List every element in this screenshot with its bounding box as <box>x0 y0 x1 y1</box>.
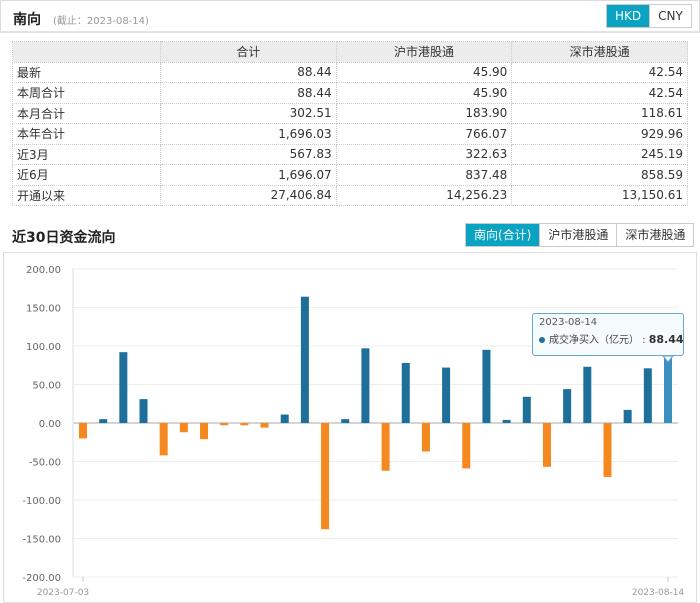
y-tick-label: 0.00 <box>39 419 61 430</box>
tab-south-total[interactable]: 南向(合计) <box>466 224 540 246</box>
bar[interactable] <box>583 366 592 423</box>
y-tick-label: -200.00 <box>22 573 61 584</box>
bar[interactable] <box>603 423 612 477</box>
bar[interactable] <box>482 349 491 423</box>
bar[interactable] <box>240 423 249 426</box>
bar[interactable] <box>361 348 370 423</box>
tooltip-value: 88.44 <box>648 333 684 346</box>
chart-tooltip: 2023-08-14 成交净买入（亿元） : 88.44 <box>532 313 684 356</box>
bar[interactable] <box>442 367 451 423</box>
currency-cny-button[interactable]: CNY <box>649 5 691 27</box>
bar[interactable] <box>159 423 168 456</box>
bar[interactable] <box>421 423 430 452</box>
y-tick-label: 200.00 <box>26 265 61 276</box>
x-tick-label-last: 2023-08-14 <box>632 588 685 598</box>
bar[interactable] <box>99 419 108 423</box>
tooltip-date: 2023-08-14 <box>539 317 598 328</box>
bar[interactable] <box>300 296 309 423</box>
bar[interactable] <box>220 423 229 426</box>
bar[interactable] <box>321 423 330 530</box>
bar[interactable] <box>664 354 672 423</box>
y-tick-label: 100.00 <box>26 342 61 353</box>
bar[interactable] <box>563 389 572 423</box>
series-dot-icon <box>539 337 545 343</box>
bar[interactable] <box>260 423 269 428</box>
y-tick-label: -50.00 <box>29 458 61 469</box>
bar[interactable] <box>200 423 209 440</box>
bar[interactable] <box>119 352 128 423</box>
tooltip-label: 成交净买入（亿元） <box>549 335 639 346</box>
bar[interactable] <box>643 368 652 423</box>
bar-chart: 200.00 150.00 100.00 50.00 0.00 -50.00 -100.00… <box>22 265 685 598</box>
y-tick-label: -150.00 <box>22 535 61 546</box>
bar[interactable] <box>401 362 410 423</box>
x-tick-label-first: 2023-07-03 <box>37 588 89 598</box>
y-tick-label: -100.00 <box>22 496 61 507</box>
bar[interactable] <box>280 414 289 423</box>
tab-shenzhen-connect[interactable]: 深市港股通 <box>616 224 694 246</box>
y-tick-label: 150.00 <box>26 304 61 315</box>
tab-shanghai-connect[interactable]: 沪市港股通 <box>539 224 617 246</box>
bar[interactable] <box>79 423 87 439</box>
bar[interactable] <box>341 419 350 423</box>
bar[interactable] <box>542 423 551 467</box>
y-tick-label: 50.00 <box>32 381 61 392</box>
currency-toggle: HKD CNY <box>606 4 692 28</box>
currency-hkd-button[interactable]: HKD <box>607 5 650 27</box>
bar[interactable] <box>179 423 188 433</box>
bar[interactable] <box>522 396 531 423</box>
bar[interactable] <box>502 419 511 423</box>
flow-tabs: 南向(合计) 沪市港股通 深市港股通 <box>465 223 695 247</box>
bar[interactable] <box>139 399 148 423</box>
bar[interactable] <box>462 423 471 469</box>
bar[interactable] <box>623 409 632 423</box>
bar[interactable] <box>381 423 390 471</box>
